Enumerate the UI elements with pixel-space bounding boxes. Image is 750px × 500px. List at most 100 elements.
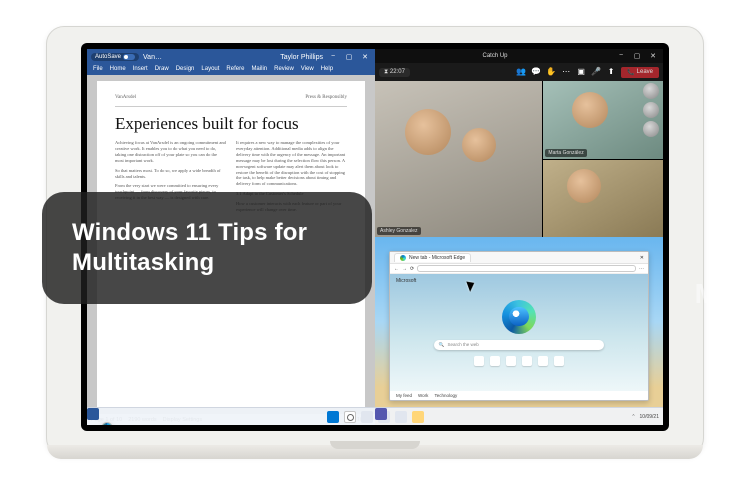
desktop-area[interactable]: New tab - Microsoft Edge ✕ ← → ⟳ ⋯ Micro… — [375, 237, 663, 425]
tab-layout[interactable]: Layout — [199, 65, 221, 73]
document-headline: Experiences built for focus — [115, 115, 347, 133]
close-button[interactable]: ✕ — [647, 52, 659, 60]
header-brand: VanArsdel — [115, 95, 136, 102]
window-controls: − ▢ ✕ — [327, 53, 371, 61]
quick-link[interactable] — [522, 356, 532, 366]
tab-mailings[interactable]: Mailin — [249, 65, 269, 73]
teams-taskbar-icon[interactable] — [375, 408, 387, 420]
address-bar-row: ← → ⟳ ⋯ — [390, 264, 648, 274]
feed-tab[interactable]: My feed — [396, 393, 412, 398]
share-icon[interactable]: ⬆ — [606, 67, 616, 77]
participant-face — [405, 109, 451, 155]
more-icon[interactable]: ⋯ — [561, 67, 571, 77]
body-para: It requires a new way to manage the comp… — [236, 140, 347, 187]
tray-date[interactable]: 10/09/21 — [640, 414, 659, 420]
back-button[interactable]: ← — [394, 266, 399, 272]
participant-face — [572, 92, 608, 128]
avatar[interactable] — [643, 83, 659, 99]
quick-link[interactable] — [506, 356, 516, 366]
body-para: So that matters most. To do so, we apply… — [115, 168, 226, 180]
doc-name[interactable]: Van… — [143, 54, 162, 61]
minimize-button[interactable]: − — [327, 53, 339, 61]
participant-face — [462, 128, 496, 162]
camera-icon[interactable]: ▣ — [576, 67, 586, 77]
forward-button[interactable]: → — [402, 266, 407, 272]
search-icon: 🔍 — [439, 342, 445, 348]
tab-draw[interactable]: Draw — [153, 65, 171, 73]
participant-name: Marta González — [545, 149, 586, 157]
people-icon[interactable]: 👥 — [516, 67, 526, 77]
edge-window: New tab - Microsoft Edge ✕ ← → ⟳ ⋯ Micro… — [389, 251, 649, 401]
start-button[interactable] — [327, 411, 339, 423]
laptop-base — [47, 445, 703, 459]
cursor-icon — [468, 280, 478, 294]
feed-tab[interactable]: Technology — [434, 393, 457, 398]
brand-label: Microsoft — [396, 278, 416, 284]
video-tile[interactable] — [543, 160, 663, 238]
file-explorer-button[interactable] — [412, 411, 424, 423]
user-name[interactable]: Taylor Phillips — [280, 54, 323, 61]
tab-help[interactable]: Help — [319, 65, 335, 73]
edge-icon — [400, 255, 406, 261]
mic-icon[interactable]: 🎤 — [591, 67, 601, 77]
close-button[interactable]: ✕ — [640, 255, 644, 261]
quick-link[interactable] — [538, 356, 548, 366]
quick-link[interactable] — [490, 356, 500, 366]
tab-home[interactable]: Home — [108, 65, 128, 73]
word-titlebar: AutoSave Van… Taylor Phillips − ▢ ✕ — [87, 49, 375, 65]
autosave-toggle[interactable]: AutoSave — [91, 53, 139, 61]
maximize-button[interactable]: ▢ — [631, 52, 643, 60]
teams-window: Catch Up − ▢ ✕ ⧗ 22:07 👥 💬 ✋ ⋯ ▣ — [375, 49, 663, 237]
taskbar: ⌃ 10/09/21 — [87, 407, 663, 425]
window-controls: − ▢ ✕ — [615, 52, 659, 60]
ribbon-tabs: File Home Insert Draw Design Layout Refe… — [87, 65, 375, 75]
maximize-button[interactable]: ▢ — [343, 53, 355, 61]
video-tile-main[interactable]: Ashley Gonzalez — [375, 81, 542, 237]
leave-button[interactable]: 📞 Leave — [621, 67, 659, 78]
tab-title: New tab - Microsoft Edge — [409, 255, 465, 261]
tray-chevron-icon[interactable]: ⌃ — [631, 414, 635, 420]
avatar[interactable] — [643, 102, 659, 118]
minimize-button[interactable]: − — [615, 52, 627, 60]
menu-button[interactable]: ⋯ — [639, 266, 644, 272]
chat-icon[interactable]: 💬 — [531, 67, 541, 77]
tab-view[interactable]: View — [299, 65, 316, 73]
tab-review[interactable]: Review — [272, 65, 296, 73]
close-button[interactable]: ✕ — [359, 53, 371, 61]
body-para: Achieving focus at VanArsdel is an ongoi… — [115, 140, 226, 163]
teams-meeting-title: Catch Up — [379, 53, 611, 59]
quick-link[interactable] — [474, 356, 484, 366]
new-tab-page: Microsoft 🔍 Search the web — [390, 274, 648, 391]
page-header: VanArsdel Press & Responsibly — [115, 95, 347, 107]
call-toolbar: ⧗ 22:07 👥 💬 ✋ ⋯ ▣ 🎤 ⬆ 📞 Leave — [375, 63, 663, 81]
chat-button[interactable] — [395, 411, 407, 423]
feed-tab[interactable]: Work — [418, 393, 428, 398]
video-tile[interactable]: Marta González — [543, 81, 663, 159]
tab-file[interactable]: File — [91, 65, 105, 73]
side-avatars — [643, 83, 661, 157]
caption-text: Windows 11 Tips for Multitasking — [72, 219, 307, 276]
tab-insert[interactable]: Insert — [131, 65, 150, 73]
system-tray[interactable]: ⌃ 10/09/21 — [631, 414, 659, 420]
tab-design[interactable]: Design — [174, 65, 197, 73]
avatar[interactable] — [643, 121, 659, 137]
call-timer: ⧗ 22:07 — [379, 68, 410, 77]
tab-references[interactable]: Refere — [224, 65, 246, 73]
taskbar-search[interactable] — [344, 411, 356, 423]
search-input[interactable]: 🔍 Search the web — [434, 340, 604, 350]
quick-link[interactable] — [554, 356, 564, 366]
address-bar[interactable] — [417, 265, 636, 272]
header-right: Press & Responsibly — [305, 95, 347, 102]
teams-titlebar: Catch Up − ▢ ✕ — [375, 49, 663, 63]
video-grid: Ashley Gonzalez Marta González — [375, 81, 663, 237]
edge-titlebar: New tab - Microsoft Edge ✕ — [390, 252, 648, 264]
participant-name: Ashley Gonzalez — [377, 227, 421, 235]
edge-taskbar-icon[interactable] — [101, 422, 113, 425]
watermark: M — [695, 278, 718, 310]
refresh-button[interactable]: ⟳ — [410, 266, 414, 272]
raise-hand-icon[interactable]: ✋ — [546, 67, 556, 77]
search-placeholder: Search the web — [447, 342, 478, 347]
word-taskbar-icon[interactable] — [87, 408, 99, 420]
browser-tab[interactable]: New tab - Microsoft Edge — [394, 253, 471, 262]
widgets-button[interactable] — [361, 411, 373, 423]
